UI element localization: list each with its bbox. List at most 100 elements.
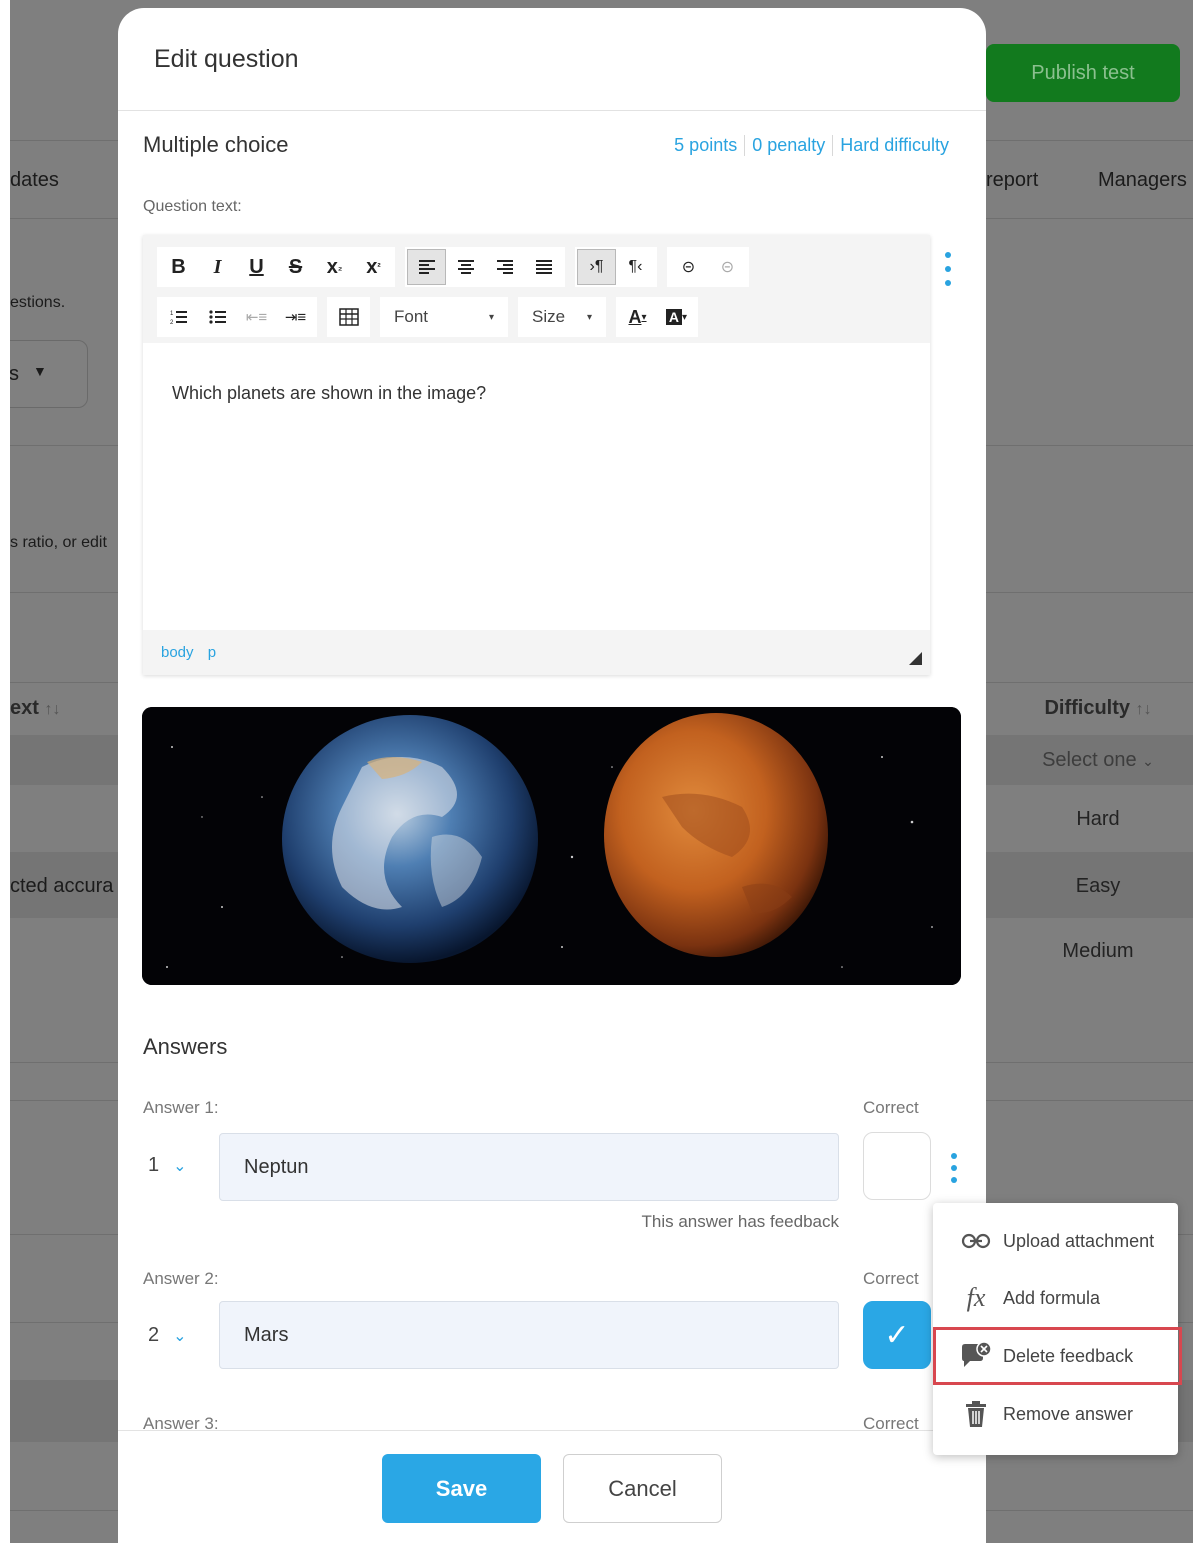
background-select[interactable]: s ▼ (10, 340, 88, 408)
path-body[interactable]: body (161, 644, 194, 661)
subscript-button[interactable]: x₂ (315, 249, 354, 285)
font-select[interactable]: Font ▾ (380, 297, 508, 337)
caret-down-icon: ▼ (33, 363, 47, 379)
upload-attachment-menu-item[interactable]: Upload attachment (933, 1212, 1178, 1270)
menu-item-label: Upload attachment (1003, 1230, 1155, 1251)
color-group: A ▾ A ▾ (616, 297, 698, 337)
direction-group: ›¶ ¶‹ (575, 247, 657, 287)
align-left-icon[interactable] (407, 249, 446, 285)
rtl-icon[interactable]: ¶‹ (616, 249, 655, 285)
svg-text:1: 1 (170, 311, 174, 317)
answer-1-order-select[interactable]: 1 ⌄ (148, 1154, 187, 1177)
format-group: B I U S x₂ x² (157, 247, 395, 287)
correct-label: Correct (863, 1098, 919, 1117)
fx-icon: fx (966, 1283, 986, 1312)
table-group (327, 297, 370, 337)
column-difficulty-label: Difficulty (1044, 697, 1130, 719)
superscript-button[interactable]: x² (354, 249, 393, 285)
align-group (405, 247, 565, 287)
editor-body[interactable]: Which planets are shown in the image? (143, 343, 930, 630)
answer-2-order-select[interactable]: 2 ⌄ (148, 1324, 187, 1347)
question-text-label: Question text: (143, 198, 242, 215)
caret-down-icon: ▾ (488, 311, 494, 323)
cancel-button[interactable]: Cancel (563, 1454, 722, 1523)
delete-feedback-icon (959, 1341, 993, 1371)
sort-icon[interactable]: ↑↓ (1136, 701, 1152, 718)
outdent-icon[interactable]: ⇤≡ (237, 299, 276, 335)
modal-header: Edit question (118, 8, 986, 111)
toolbar-row-2: 12 ⇤≡ ⇥≡ Font ▾ Size ▾ A ▾ A ▾ (157, 297, 708, 337)
indent-icon[interactable]: ⇥≡ (276, 299, 315, 335)
table-icon[interactable] (329, 299, 368, 335)
answer-2-input[interactable]: Mars (219, 1301, 839, 1369)
checkmark-icon: ✓ (884, 1318, 910, 1352)
questions-hint: estions. (10, 294, 66, 311)
sort-icon[interactable]: ↑↓ (44, 701, 60, 718)
column-text-label: ext (10, 697, 39, 719)
difficulty-link[interactable]: Hard difficulty (832, 134, 956, 156)
correct-label: Correct (863, 1269, 919, 1288)
publish-test-button[interactable]: Publish test (986, 44, 1180, 102)
delete-feedback-menu-item[interactable]: Delete feedback (933, 1327, 1182, 1385)
answer-1-number: 1 (148, 1154, 160, 1176)
add-formula-menu-item[interactable]: fx Add formula (933, 1269, 1178, 1327)
font-select-label: Font (394, 307, 429, 326)
tab-dates[interactable]: dates (10, 169, 59, 192)
modal-title: Edit question (154, 44, 299, 73)
bullet-list-icon[interactable] (198, 299, 237, 335)
align-right-icon[interactable] (485, 249, 524, 285)
answers-title: Answers (143, 1034, 228, 1059)
size-select[interactable]: Size ▾ (518, 297, 606, 337)
underline-button[interactable]: U (237, 249, 276, 285)
table-row-text: cted accura (10, 875, 114, 897)
align-center-icon[interactable] (446, 249, 485, 285)
menu-item-label: Delete feedback (1003, 1345, 1134, 1366)
align-justify-icon[interactable] (524, 249, 563, 285)
caret-down-icon: ▾ (586, 311, 592, 323)
planets-image (142, 707, 961, 985)
unlink-icon[interactable]: ⊝ (708, 249, 747, 285)
modal-footer: Save Cancel (118, 1430, 986, 1543)
rich-text-editor: B I U S x₂ x² ›¶ ¶‹ ⊝ ⊝ 1 2 ⇤≡ ⇥≡ Font ▾… (143, 235, 930, 675)
background-color-icon[interactable]: A ▾ (657, 299, 696, 335)
select-value: s (10, 363, 19, 385)
path-p[interactable]: p (208, 644, 216, 661)
resize-handle-icon[interactable] (909, 652, 922, 665)
question-meta: 5 points 0 penalty Hard difficulty (667, 134, 956, 156)
chevron-down-icon: ⌄ (173, 1327, 187, 1345)
chevron-down-icon: ⌄ (1142, 753, 1154, 769)
link-icon[interactable]: ⊝ (669, 249, 708, 285)
table-row-difficulty: Hard (1076, 808, 1120, 830)
penalty-link[interactable]: 0 penalty (744, 134, 832, 156)
italic-button[interactable]: I (198, 249, 237, 285)
question-type: Multiple choice (143, 132, 289, 157)
size-select-label: Size (532, 307, 566, 326)
list-group: 12 ⇤≡ ⇥≡ (157, 297, 317, 337)
bold-button[interactable]: B (159, 249, 198, 285)
link-group: ⊝ ⊝ (667, 247, 749, 287)
tab-report[interactable]: report (986, 169, 1038, 192)
ltr-icon[interactable]: ›¶ (577, 249, 616, 285)
table-row-difficulty: Easy (1075, 875, 1121, 897)
column-text-header[interactable]: ext ↑↓ (10, 697, 60, 720)
remove-answer-menu-item[interactable]: Remove answer (933, 1385, 1178, 1443)
difficulty-filter[interactable]: Select one ⌄ (1003, 749, 1193, 772)
link-icon (959, 1233, 993, 1249)
more-options-icon[interactable] (938, 252, 958, 286)
answer-2-correct-checkbox[interactable]: ✓ (863, 1301, 931, 1369)
strikethrough-button[interactable]: S (276, 249, 315, 285)
answer-1-correct-checkbox[interactable] (863, 1132, 931, 1200)
answer-1-more-icon[interactable] (949, 1153, 959, 1183)
points-link[interactable]: 5 points (667, 135, 744, 156)
element-path: body p (161, 644, 226, 661)
tab-managers[interactable]: Managers (1098, 169, 1187, 192)
column-difficulty-header[interactable]: Difficulty ↑↓ (1003, 697, 1193, 720)
save-button[interactable]: Save (382, 1454, 541, 1523)
trash-icon (959, 1400, 993, 1428)
text-color-icon[interactable]: A ▾ (618, 299, 657, 335)
answer-1-input[interactable]: Neptun (219, 1133, 839, 1201)
menu-item-label: Remove answer (1003, 1403, 1134, 1424)
numbered-list-icon[interactable]: 12 (159, 299, 198, 335)
question-text[interactable]: Which planets are shown in the image? (172, 383, 486, 404)
answer-2-number: 2 (148, 1324, 160, 1346)
